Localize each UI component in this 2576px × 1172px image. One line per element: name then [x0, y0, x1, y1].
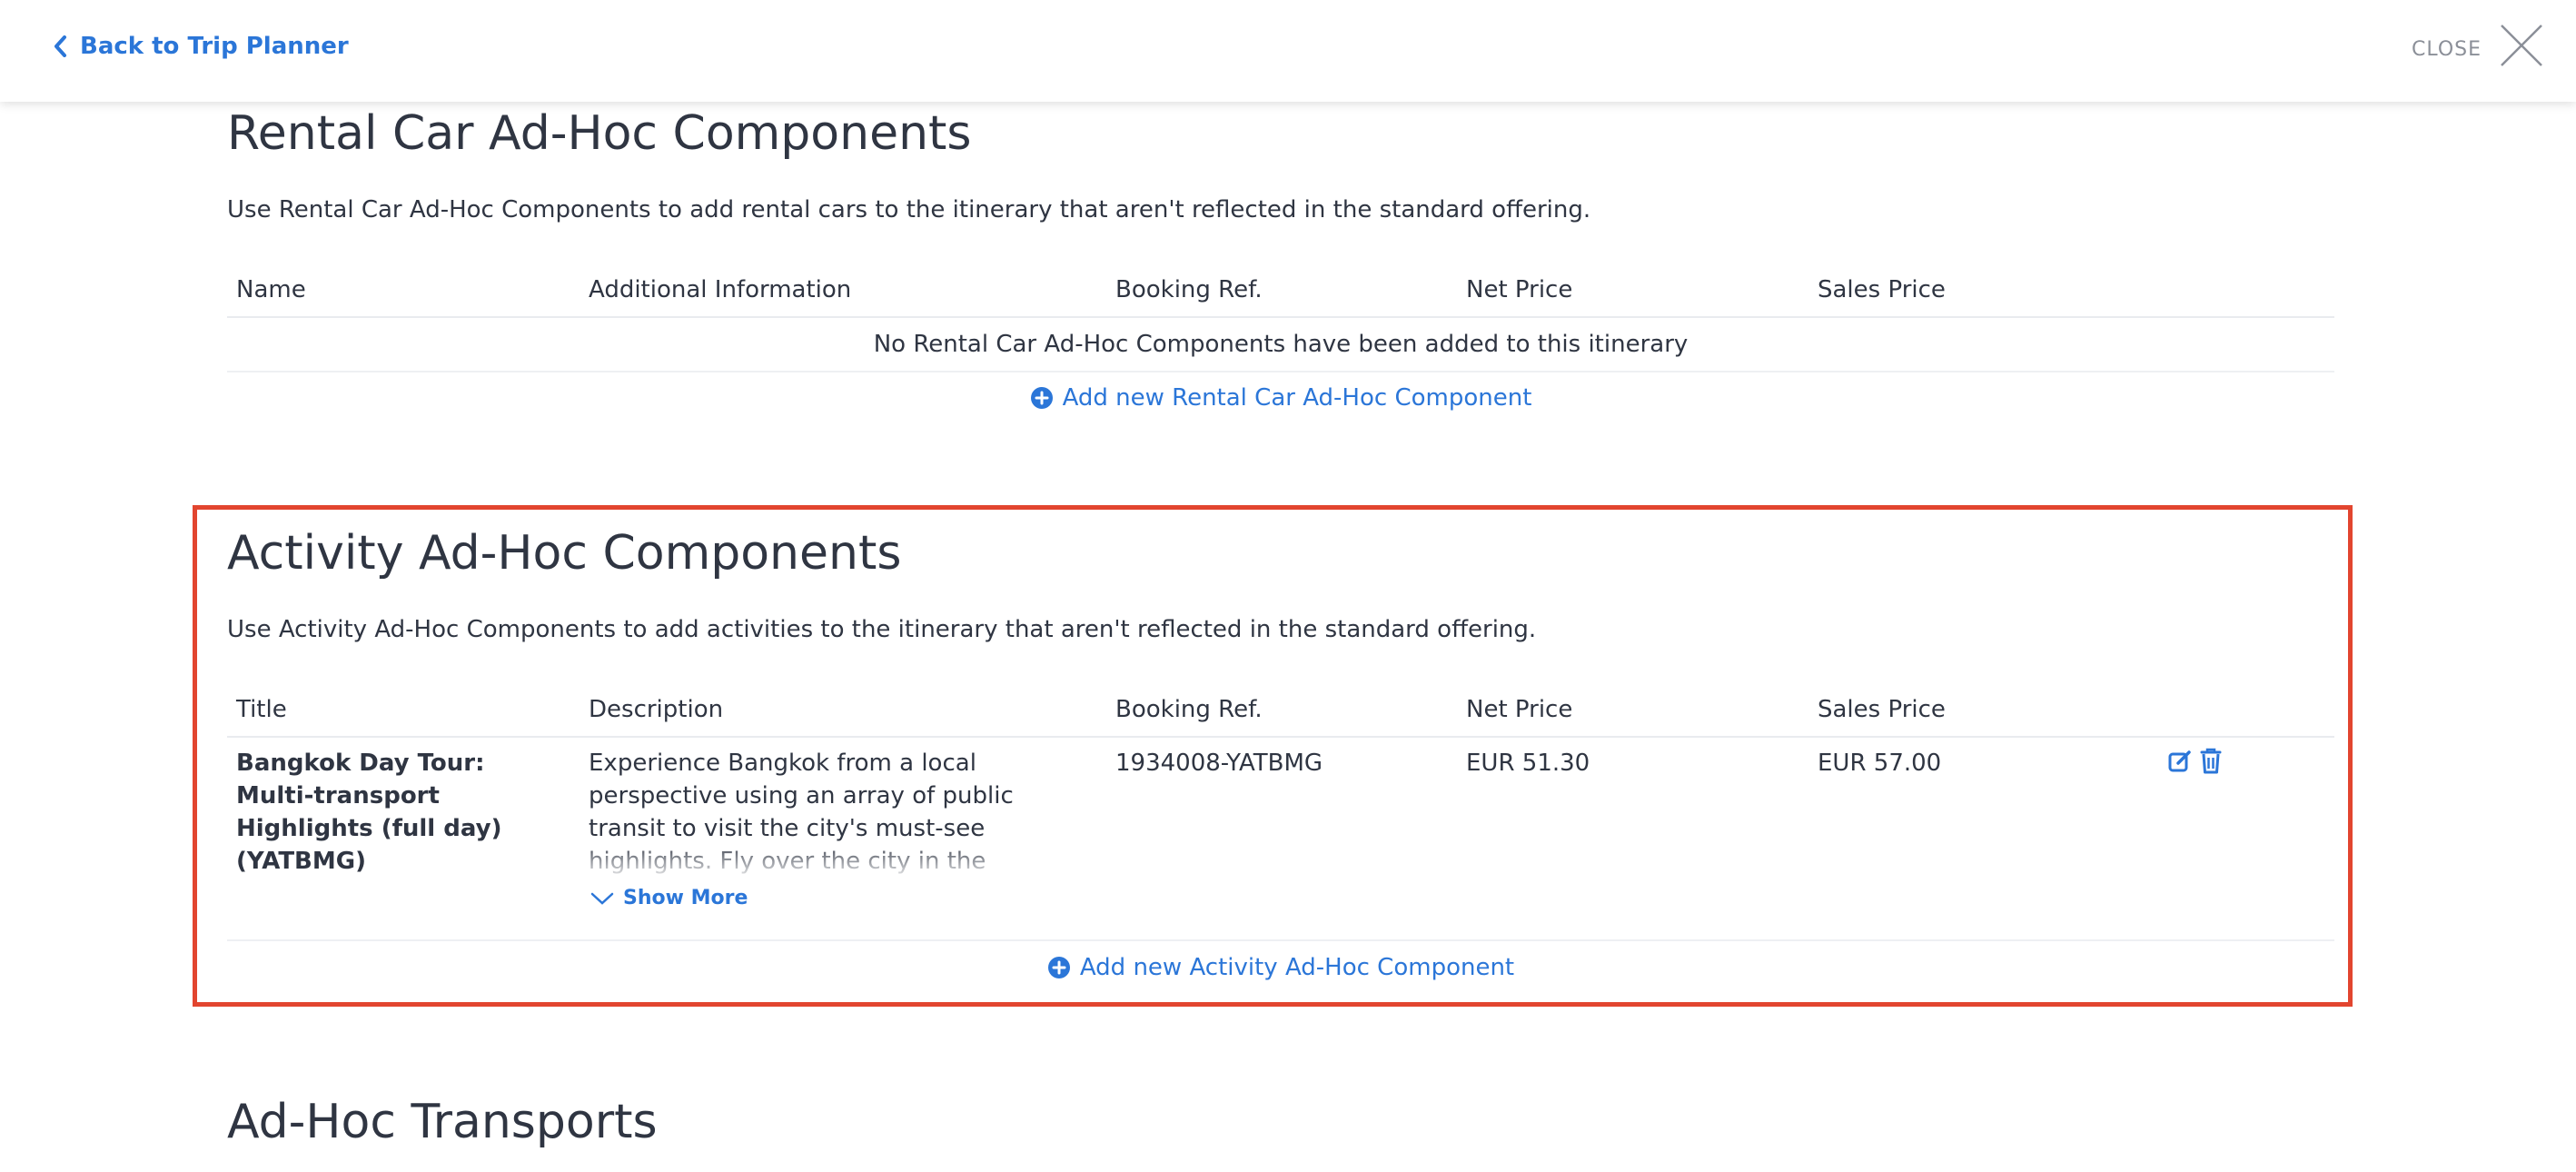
back-link-label: Back to Trip Planner	[80, 33, 349, 60]
column-header-additional-information: Additional Information	[589, 276, 852, 303]
close-icon	[2501, 25, 2542, 66]
rental-car-table: Name Additional Information Booking Ref.…	[227, 262, 2334, 423]
column-header-booking-ref: Booking Ref.	[1115, 276, 1263, 303]
add-rental-car-component-button[interactable]: Add new Rental Car Ad-Hoc Component	[1030, 384, 1532, 412]
activity-section-highlight	[193, 505, 2353, 1007]
transports-title: Ad-Hoc Transports	[227, 1095, 658, 1149]
chevron-left-icon	[54, 35, 66, 57]
back-to-trip-planner-link[interactable]: Back to Trip Planner	[53, 33, 349, 60]
rental-car-add-row: Add new Rental Car Ad-Hoc Component	[227, 372, 2334, 423]
rental-car-table-header: Name Additional Information Booking Ref.…	[227, 262, 2334, 318]
rental-car-section: Rental Car Ad-Hoc Components Use Rental …	[227, 105, 2334, 432]
close-button[interactable]: CLOSE	[2412, 22, 2545, 69]
rental-car-description: Use Rental Car Ad-Hoc Components to add …	[227, 196, 1591, 223]
rental-car-empty-text: No Rental Car Ad-Hoc Components have bee…	[873, 331, 1689, 358]
column-header-net-price: Net Price	[1466, 276, 1573, 303]
top-bar: Back to Trip Planner CLOSE	[0, 0, 2576, 102]
column-header-name: Name	[236, 276, 306, 303]
add-rental-car-label: Add new Rental Car Ad-Hoc Component	[1062, 384, 1532, 412]
plus-circle-icon	[1030, 387, 1053, 409]
column-header-sales-price: Sales Price	[1818, 276, 1946, 303]
rental-car-empty-row: No Rental Car Ad-Hoc Components have bee…	[227, 318, 2334, 372]
close-label: CLOSE	[2411, 37, 2482, 61]
rental-car-title: Rental Car Ad-Hoc Components	[227, 106, 972, 161]
transports-section: Ad-Hoc Transports	[227, 1094, 2334, 1172]
